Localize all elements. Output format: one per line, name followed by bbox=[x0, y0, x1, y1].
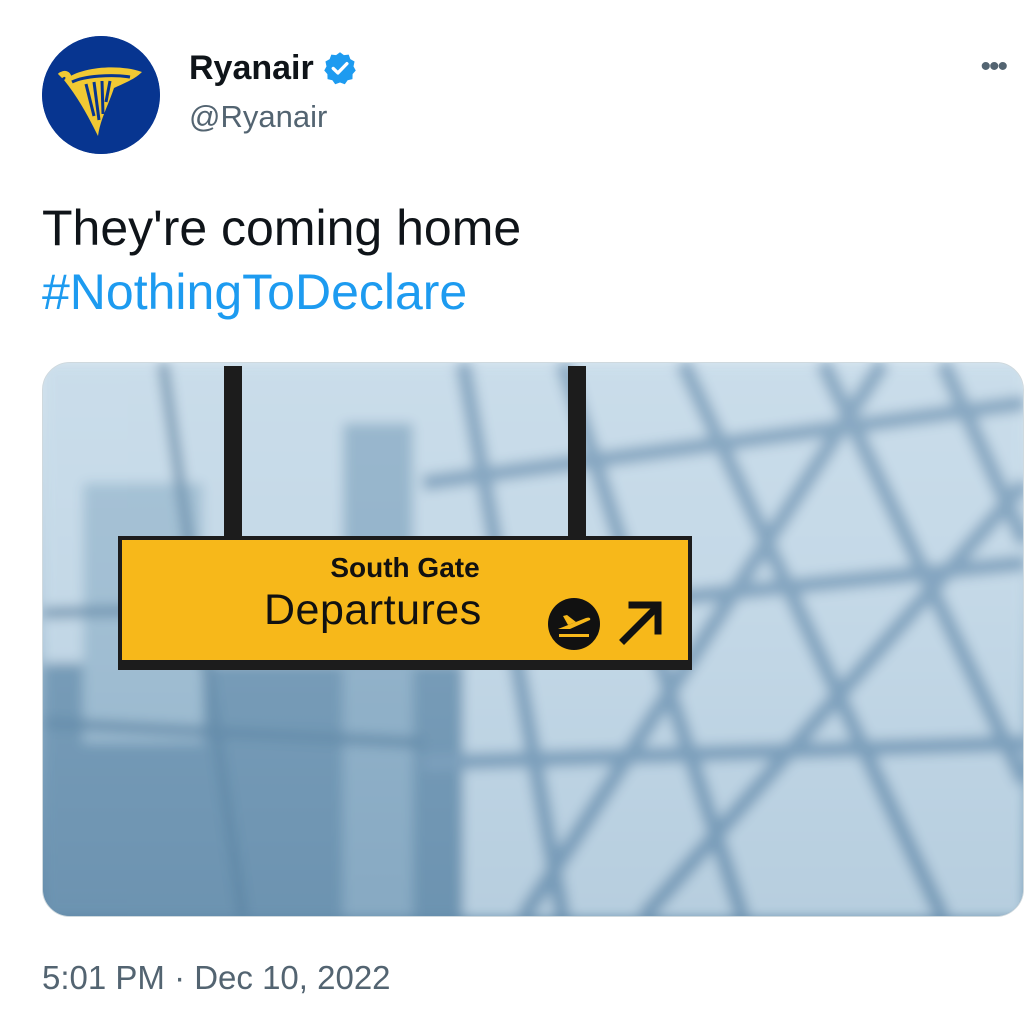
departures-sign: South Gate Departures bbox=[118, 536, 692, 664]
more-options-icon[interactable]: ••• bbox=[980, 52, 1007, 82]
author-handle[interactable]: @Ryanair bbox=[189, 98, 327, 136]
sign-departures-text: Departures bbox=[264, 586, 482, 634]
tweet-timestamp[interactable]: 5:01 PM · Dec 10, 2022 bbox=[42, 958, 391, 998]
arrow-up-right-icon bbox=[619, 601, 662, 645]
verified-badge-icon bbox=[322, 50, 358, 86]
sign-pole-left bbox=[224, 366, 242, 538]
departing-plane-icon bbox=[548, 598, 600, 650]
tweet-body: They're coming home #NothingToDeclare bbox=[42, 196, 521, 324]
hashtag-link[interactable]: #NothingToDeclare bbox=[42, 260, 521, 324]
author-display-name[interactable]: Ryanair bbox=[189, 48, 314, 88]
author-display-name-row[interactable]: Ryanair bbox=[189, 48, 358, 88]
tweet-text: They're coming home bbox=[42, 200, 522, 256]
sign-pole-right bbox=[568, 366, 586, 538]
avatar[interactable] bbox=[42, 36, 160, 154]
sign-gate-text: South Gate bbox=[330, 552, 480, 583]
ryanair-harp-logo-icon bbox=[42, 36, 160, 154]
